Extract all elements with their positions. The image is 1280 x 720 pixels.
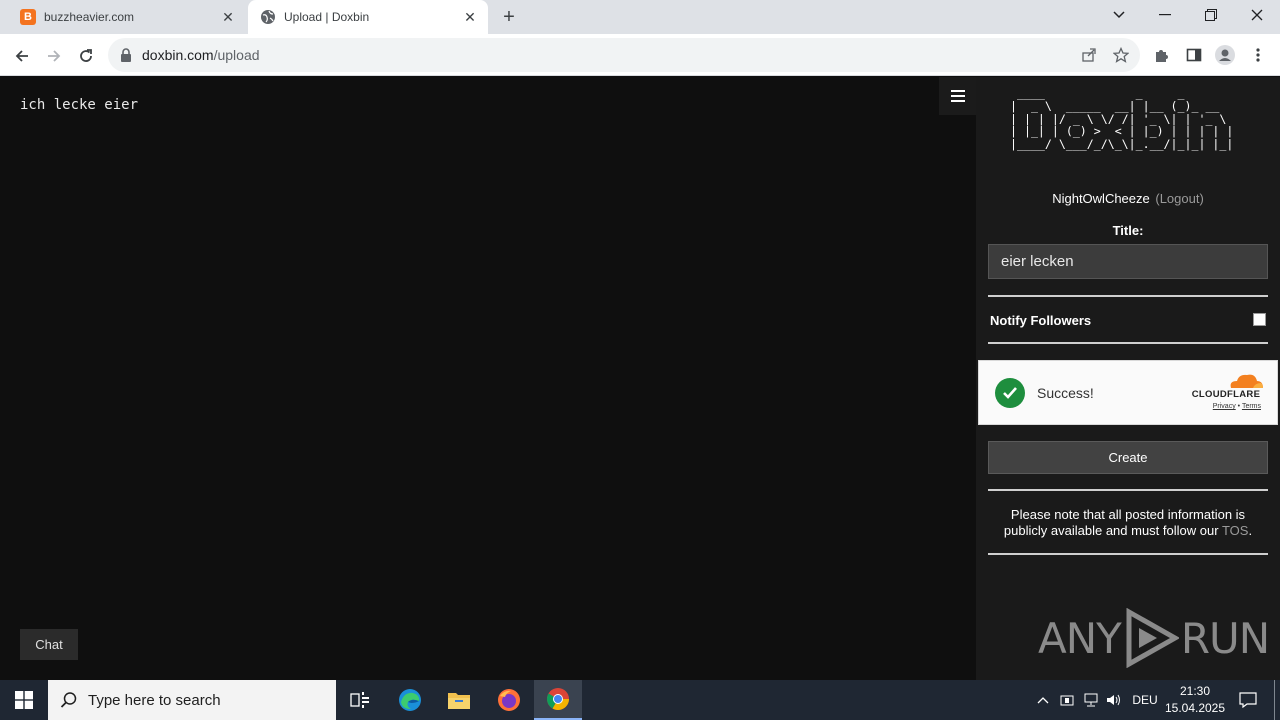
firefox-icon[interactable]: [485, 680, 533, 720]
notice-end: .: [1248, 523, 1253, 538]
input-language[interactable]: DEU: [1130, 680, 1160, 720]
address-bar[interactable]: doxbin.com/upload: [108, 38, 1140, 72]
search-placeholder: Type here to search: [88, 691, 221, 709]
reload-button[interactable]: [73, 43, 99, 69]
tab-search-chevron-icon[interactable]: [1096, 0, 1142, 30]
create-button[interactable]: Create: [988, 441, 1268, 474]
extensions-puzzle-icon[interactable]: [1152, 45, 1172, 65]
title-input[interactable]: [988, 244, 1268, 279]
editor-content[interactable]: ich lecke eier: [20, 97, 138, 113]
close-window-button[interactable]: [1234, 0, 1280, 30]
windows-logo-icon: [15, 691, 33, 709]
browser-menu-icon[interactable]: [1248, 45, 1268, 65]
search-icon: [60, 691, 78, 713]
posting-notice: Please note that all posted information …: [988, 507, 1268, 539]
divider: [988, 553, 1268, 555]
tos-link[interactable]: TOS: [1222, 523, 1249, 538]
notice-text: Please note that all posted information …: [1003, 507, 1246, 538]
tab-doxbin-upload[interactable]: Upload | Doxbin ✕: [248, 0, 488, 34]
paste-editor[interactable]: ich lecke eier Chat: [0, 77, 976, 680]
file-explorer-icon[interactable]: [435, 680, 483, 720]
globe-icon: [260, 9, 276, 25]
volume-icon[interactable]: [1105, 680, 1123, 720]
captcha-status: Success!: [1037, 385, 1094, 401]
doxbin-upload-page: ich lecke eier Chat ____ _ _ | _ \ _____…: [0, 77, 1280, 680]
cloudflare-brand: CLOUDFLARE: [1191, 389, 1261, 400]
url-path: /upload: [213, 47, 260, 63]
close-tab-icon[interactable]: ✕: [220, 9, 236, 25]
meet-now-icon[interactable]: [1058, 680, 1076, 720]
logout-link[interactable]: (Logout): [1155, 191, 1203, 206]
task-view-icon[interactable]: [336, 680, 384, 720]
browser-toolbar: doxbin.com/upload: [0, 34, 1280, 76]
hamburger-menu-icon[interactable]: [939, 77, 976, 115]
doxbin-ascii-logo: ____ _ _ | _ \ _____ __| |__ (_)_ __ | |…: [1010, 86, 1234, 152]
show-desktop-button[interactable]: [1274, 680, 1280, 720]
new-tab-button[interactable]: +: [498, 6, 520, 28]
username[interactable]: NightOwlCheeze: [1052, 191, 1150, 206]
url-text: doxbin.com/upload: [142, 47, 260, 63]
taskbar-clock[interactable]: 21:30 15.04.2025: [1160, 683, 1230, 717]
tab-title: Upload | Doxbin: [284, 10, 370, 24]
bookmark-star-icon[interactable]: [1112, 46, 1130, 64]
tab-title: buzzheavier.com: [44, 10, 135, 24]
privacy-link[interactable]: Privacy: [1213, 403, 1236, 410]
url-host: doxbin.com: [142, 47, 214, 63]
show-hidden-icons-chevron-icon[interactable]: [1034, 680, 1052, 720]
cloudflare-links: Privacy • Terms: [1187, 403, 1265, 410]
link-separator: •: [1237, 403, 1241, 410]
close-tab-icon[interactable]: ✕: [462, 9, 478, 25]
watermark-right: RUN: [1180, 613, 1270, 663]
lock-icon[interactable]: [120, 48, 132, 67]
browser-tab-strip: B buzzheavier.com ✕ Upload | Doxbin ✕ +: [0, 0, 1280, 34]
buzzheavier-favicon-icon: B: [20, 9, 36, 25]
taskbar-search-box[interactable]: Type here to search: [48, 680, 336, 720]
success-check-icon: [995, 378, 1025, 408]
divider: [988, 342, 1268, 344]
profile-avatar-icon[interactable]: [1215, 45, 1235, 65]
network-icon[interactable]: [1082, 680, 1100, 720]
chrome-icon[interactable]: [534, 680, 582, 720]
cloudflare-cloud-icon: [1230, 374, 1263, 388]
forward-button[interactable]: [41, 43, 67, 69]
watermark-left: ANY: [1038, 613, 1122, 663]
user-info: NightOwlCheeze (Logout): [976, 191, 1280, 206]
divider: [988, 295, 1268, 297]
upload-sidebar: ____ _ _ | _ \ _____ __| |__ (_)_ __ | |…: [976, 77, 1280, 680]
windows-taskbar: Type here to search DEU 21:30 15.04.2025: [0, 680, 1280, 720]
cloudflare-turnstile-widget[interactable]: Success! CLOUDFLARE Privacy • Terms: [978, 360, 1278, 425]
cloudflare-logo: CLOUDFLARE Privacy • Terms: [1187, 371, 1265, 417]
share-icon[interactable]: [1080, 46, 1098, 64]
clock-time: 21:30: [1179, 684, 1211, 698]
play-triangle-icon: [1126, 608, 1179, 668]
back-button[interactable]: [9, 43, 35, 69]
side-panel-icon[interactable]: [1184, 45, 1204, 65]
chat-button[interactable]: Chat: [20, 629, 78, 660]
start-button[interactable]: [0, 680, 48, 720]
divider: [988, 489, 1268, 491]
minimize-button[interactable]: [1142, 0, 1188, 30]
notifications-icon[interactable]: [1236, 680, 1260, 720]
edge-browser-icon[interactable]: [386, 680, 434, 720]
notify-followers-label: Notify Followers: [990, 313, 1092, 328]
tab-buzzheavier[interactable]: B buzzheavier.com ✕: [8, 0, 246, 34]
clock-date: 15.04.2025: [1164, 701, 1226, 715]
restore-button[interactable]: [1188, 0, 1234, 30]
terms-link[interactable]: Terms: [1242, 403, 1261, 410]
notify-followers-checkbox[interactable]: [1253, 313, 1266, 326]
title-label: Title:: [1112, 223, 1144, 238]
anyrun-watermark: ANY RUN: [1038, 607, 1270, 669]
